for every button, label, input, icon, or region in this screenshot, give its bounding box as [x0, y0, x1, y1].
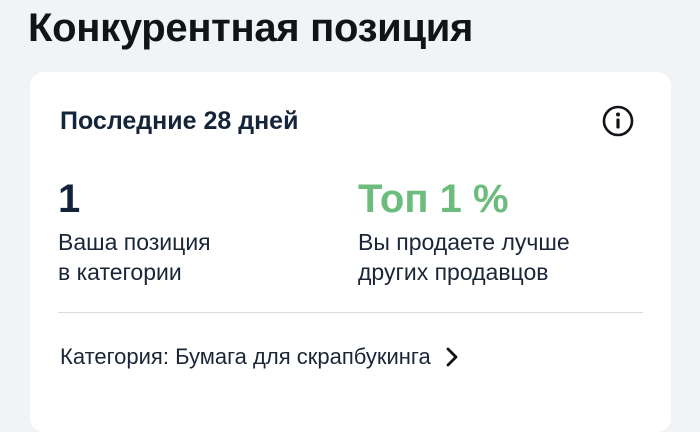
position-metric: 1 Ваша позиция в категории	[58, 174, 211, 287]
rank-description: Вы продаете лучше других продавцов	[358, 227, 570, 287]
rank-value: Топ 1 %	[358, 177, 509, 221]
info-circle-icon	[602, 105, 634, 137]
category-link[interactable]: Категория: Бумага для скрапбукинга	[60, 344, 459, 370]
position-description-line2: в категории	[58, 259, 182, 285]
divider	[58, 312, 643, 313]
page-title: Конкурентная позиция	[28, 6, 474, 50]
rank-description-line2: других продавцов	[358, 259, 549, 285]
chevron-right-icon	[445, 347, 459, 367]
competitive-position-card: Последние 28 дней 1 Ваша позиция в катег…	[30, 72, 671, 432]
rank-description-line1: Вы продаете лучше	[358, 229, 570, 255]
period-label: Последние 28 дней	[60, 107, 299, 135]
info-button[interactable]	[602, 105, 634, 137]
position-description-line1: Ваша позиция	[58, 229, 211, 255]
position-value: 1	[58, 177, 81, 221]
rank-metric: Топ 1 % Вы продаете лучше других продавц…	[358, 174, 570, 287]
position-description: Ваша позиция в категории	[58, 227, 211, 287]
category-label: Категория: Бумага для скрапбукинга	[60, 344, 431, 369]
